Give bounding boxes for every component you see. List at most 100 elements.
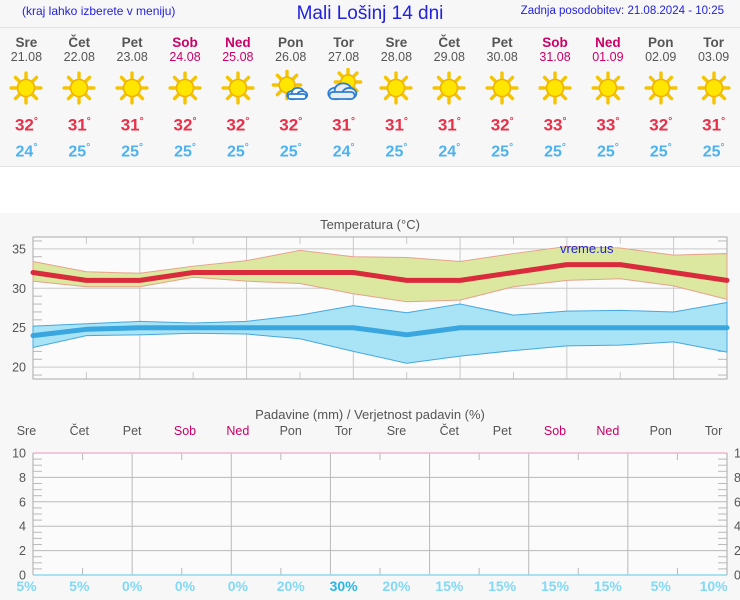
day-temp-min-value: 25: [279, 142, 298, 160]
day-column[interactable]: Sre 28.08 31° 25°: [370, 28, 423, 166]
precipitation-probability-row: 5% 5% 0% 0% 0% 20% 30% 20% 15% 15% 15% 15% 5% 10%: [0, 578, 740, 594]
degree-symbol: °: [562, 116, 567, 127]
day-temp-min: 25°: [703, 138, 725, 162]
precipitation-y-tick-label-left: 6: [19, 495, 26, 509]
day-temp-min: 25°: [650, 138, 672, 162]
precipitation-day-labels: Sre Čet Pet Sob Ned Pon Tor Sre Čet Pet Sob Ned Pon T…: [0, 424, 740, 438]
last-updated-label: Zadnja posodobitev: 21.08.2024 - 10:25: [520, 5, 724, 17]
day-temp-max-value: 32: [14, 115, 34, 135]
day-date: 31.08: [539, 50, 571, 64]
precipitation-day-label: Pon: [649, 424, 672, 438]
day-column[interactable]: Čet 29.08 31° 24°: [423, 28, 476, 166]
degree-symbol: °: [456, 141, 461, 153]
day-name: Čet: [68, 35, 91, 50]
day-temp-max-value: 32: [649, 115, 669, 135]
day-temp-max-value: 31: [437, 115, 457, 135]
day-temp-min-value: 25: [596, 142, 615, 160]
day-column[interactable]: Pet 30.08 32° 25°: [476, 28, 529, 166]
day-date: 27.08: [327, 50, 360, 64]
temperature-chart-canvas: 20 25 30 35: [12, 236, 730, 380]
precipitation-y-tick-label-right: 4: [734, 520, 740, 534]
day-date: 21.08: [10, 50, 43, 64]
sun-icon: [638, 68, 684, 110]
precipitation-y-tick-label-right: 10: [734, 447, 740, 461]
day-temp-min: 25°: [544, 138, 566, 162]
day-temp-max: 31°: [702, 112, 725, 136]
day-temp-max-value: 31: [384, 115, 404, 135]
day-column[interactable]: Sre 21.08 32° 24°: [0, 28, 53, 166]
degree-symbol: °: [615, 116, 620, 127]
day-name: Sre: [15, 35, 38, 50]
precipitation-probability-label: 15%: [488, 578, 517, 594]
day-temp-min-value: 24: [438, 142, 457, 160]
sun-icon: [691, 68, 737, 110]
sun-behind-cloud-icon: [321, 68, 367, 110]
day-column[interactable]: Sob 24.08 32° 25°: [159, 28, 212, 166]
day-temp-max-value: 33: [596, 115, 616, 135]
day-column[interactable]: Ned 25.08 32° 25°: [211, 28, 264, 166]
day-temp-min: 24°: [333, 138, 355, 162]
degree-symbol: °: [614, 141, 619, 153]
precipitation-y-tick-label-left: 2: [19, 544, 26, 558]
degree-symbol: °: [561, 141, 566, 153]
day-date: 22.08: [63, 50, 95, 64]
day-name: Sob: [542, 35, 568, 50]
day-column[interactable]: Čet 22.08 31° 25°: [53, 28, 106, 166]
day-temp-max: 32°: [174, 112, 197, 136]
day-name: Ned: [595, 35, 621, 50]
day-column[interactable]: Ned 01.09 33° 25°: [581, 28, 634, 166]
precipitation-probability-label: 0%: [227, 578, 248, 594]
precipitation-probability-label: 20%: [382, 578, 411, 594]
day-temp-min-value: 25: [174, 142, 192, 160]
day-date: 23.08: [116, 50, 148, 64]
day-date: 24.08: [169, 50, 201, 64]
day-temp-max-value: 32: [279, 115, 299, 135]
precipitation-y-tick-label-left: 10: [12, 447, 26, 461]
temperature-chart-title: Temperatura (°C): [320, 217, 420, 232]
precipitation-day-label: Pon: [279, 424, 302, 438]
day-column[interactable]: Pon 26.08 32° 25°: [264, 28, 317, 166]
precipitation-probability-label: 0%: [174, 578, 196, 594]
day-date: 29.08: [433, 50, 465, 64]
day-date: 01.09: [592, 50, 624, 64]
day-temp-min-value: 25: [226, 142, 245, 160]
watermark-label: vreme.us: [560, 241, 614, 256]
precipitation-probability-label: 5%: [69, 578, 90, 594]
daily-forecast-strip: Sre 21.08 32° 24° Čet 22.08 31° 25° Pet 23.08 31° 2…: [0, 27, 740, 167]
sun-icon: [426, 68, 472, 110]
precipitation-day-label: Tor: [334, 424, 353, 438]
day-date: 03.09: [697, 50, 730, 64]
day-name: Ned: [225, 35, 251, 50]
precipitation-day-label: Sre: [16, 424, 37, 438]
day-column[interactable]: Sob 31.08 33° 25°: [529, 28, 582, 166]
sun-icon: [162, 68, 208, 110]
day-temp-max: 31°: [438, 112, 461, 136]
precipitation-day-label: Čet: [439, 424, 460, 438]
day-date: 28.08: [380, 50, 413, 64]
precipitation-day-label: Ned: [226, 424, 250, 438]
day-name: Pon: [277, 35, 304, 50]
sun-icon: [532, 68, 578, 110]
day-temp-min: 25°: [597, 138, 619, 162]
precipitation-probability-label: 15%: [435, 578, 464, 594]
precipitation-y-tick-label-right: 6: [734, 495, 740, 509]
sun-icon: [479, 68, 525, 110]
precipitation-chart-canvas: 00224466881010: [12, 447, 740, 583]
day-temp-max-value: 32: [173, 115, 193, 135]
precipitation-chart: Padavine (mm) / Verjetnost padavin (%) S…: [0, 403, 740, 600]
precipitation-day-label: Pet: [492, 424, 512, 438]
degree-symbol: °: [33, 141, 38, 153]
day-column[interactable]: Tor 03.09 31° 25°: [687, 28, 740, 166]
day-temp-min-value: 25: [702, 142, 721, 160]
day-temp-max-value: 31: [120, 115, 140, 135]
day-column[interactable]: Tor 27.08 31° 24°: [317, 28, 370, 166]
degree-symbol: °: [721, 116, 726, 127]
day-temp-max: 32°: [279, 112, 302, 136]
day-temp-min-value: 24: [332, 142, 351, 160]
day-column[interactable]: Pon 02.09 32° 25°: [634, 28, 687, 166]
day-column[interactable]: Pet 23.08 31° 25°: [106, 28, 159, 166]
precipitation-day-label: Pet: [122, 424, 142, 438]
day-temp-min-value: 25: [491, 142, 510, 160]
day-name: Tor: [333, 35, 354, 50]
day-date: 25.08: [222, 50, 254, 64]
